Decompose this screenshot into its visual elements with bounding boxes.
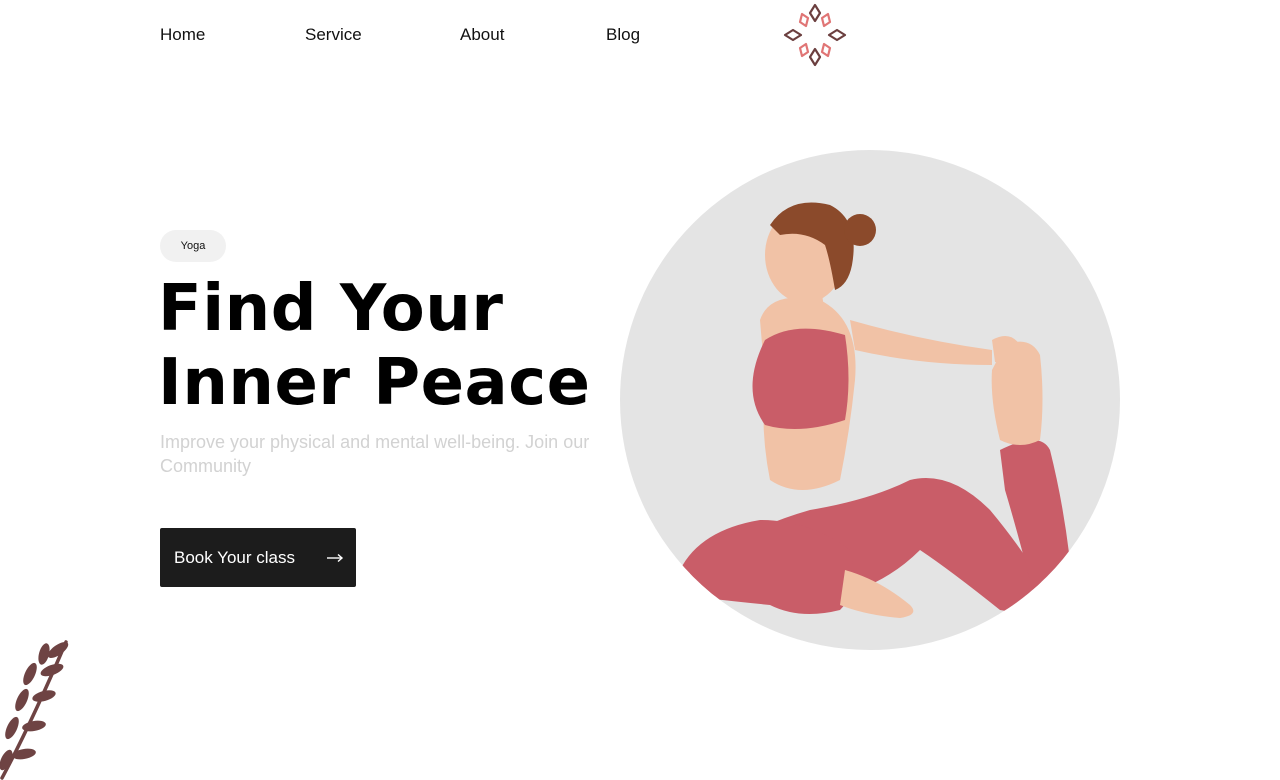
nav-blog-link[interactable]: Blog <box>606 24 640 46</box>
book-class-button[interactable]: Book Your class <box>160 528 356 587</box>
headline-line-1: Find Your <box>158 272 504 346</box>
nav-service-link[interactable]: Service <box>305 24 362 46</box>
lotus-logo-icon[interactable] <box>782 2 848 68</box>
leaf-sprig-icon <box>0 636 74 780</box>
nav-home-link[interactable]: Home <box>160 24 205 46</box>
arrow-right-icon <box>326 545 344 569</box>
category-tag: Yoga <box>160 230 226 262</box>
main-navigation: Home Service About Blog <box>0 0 1280 72</box>
landing-page: Home Service About Blog Yoga Find Your I… <box>0 0 1280 780</box>
book-class-label: Book Your class <box>174 547 295 567</box>
hero-image-circle <box>620 150 1120 650</box>
headline-line-2: Inner Peace <box>158 346 591 420</box>
hero-subtitle: Improve your physical and mental well-be… <box>160 432 590 476</box>
yoga-woman-photo <box>680 202 1075 620</box>
hero-headline: Find Your Inner Peace <box>158 272 591 420</box>
nav-about-link[interactable]: About <box>460 24 504 46</box>
